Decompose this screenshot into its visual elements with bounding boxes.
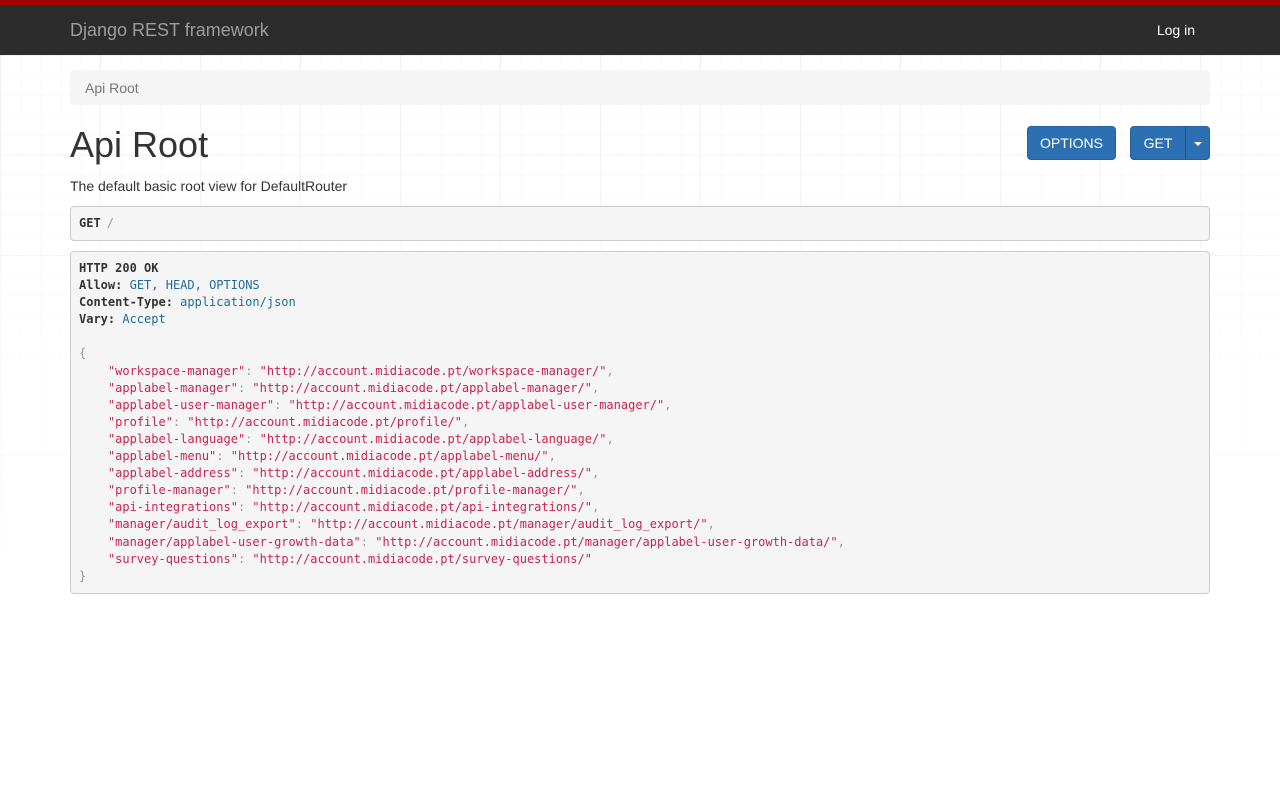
response-header-key: Content-Type: [79, 295, 173, 310]
json-value-link[interactable]: "http://account.midiacode.pt/manager/aud… [310, 517, 707, 531]
get-format-dropdown-button[interactable] [1185, 126, 1210, 160]
json-key: "applabel-manager" [107, 380, 238, 395]
json-entry: "survey-questions": "http://account.midi… [79, 552, 592, 566]
json-key: "applabel-address" [107, 466, 238, 481]
json-entry: "profile-manager": "http://account.midia… [79, 483, 585, 497]
caret-down-icon [1193, 142, 1202, 147]
response-header-value: Accept [122, 312, 166, 327]
json-value-link[interactable]: "http://account.midiacode.pt/applabel-ma… [252, 381, 592, 395]
get-button[interactable]: GET [1130, 126, 1186, 160]
json-entry: "applabel-manager": "http://account.midi… [79, 381, 599, 395]
json-value-link[interactable]: "http://account.midiacode.pt/profile-man… [245, 483, 577, 497]
json-key: "survey-questions" [107, 551, 238, 566]
response-header-key: Vary: [79, 312, 116, 327]
json-colon: : [245, 431, 253, 446]
json-key: "api-integrations" [107, 500, 238, 515]
page-description: The default basic root view for DefaultR… [70, 178, 348, 194]
json-colon: : [237, 380, 246, 395]
breadcrumb-item-api-root[interactable]: Api Root [85, 80, 139, 96]
json-comma: , [606, 431, 614, 446]
json-value-link[interactable]: "http://account.midiacode.pt/profile/" [187, 415, 462, 429]
response-status: HTTP 200 OK [79, 261, 159, 275]
json-colon: : [230, 483, 238, 498]
json-entry: "applabel-user-manager": "http://account… [79, 397, 672, 412]
response-header-value: GET, HEAD, OPTIONS [129, 278, 260, 293]
json-entry: "applabel-language": "http://account.mid… [79, 432, 614, 446]
json-key: "profile-manager" [107, 483, 231, 498]
json-value-link[interactable]: "http://account.midiacode.pt/applabel-la… [260, 432, 607, 446]
breadcrumb: Api Root [70, 70, 1210, 105]
json-colon: : [237, 551, 246, 566]
json-entry: "api-integrations": "http://account.midi… [79, 500, 599, 514]
json-comma: , [461, 414, 470, 429]
json-value-link[interactable]: "http://account.midiacode.pt/workspace-m… [260, 364, 607, 378]
json-close-brace: } [79, 568, 87, 583]
json-comma: , [707, 517, 715, 532]
json-comma: , [548, 449, 556, 464]
json-comma: , [664, 397, 672, 412]
json-value-link[interactable]: "http://account.midiacode.pt/manager/app… [375, 535, 837, 549]
json-value-link[interactable]: "http://account.midiacode.pt/survey-ques… [252, 552, 592, 566]
json-colon: : [295, 517, 303, 532]
json-comma: , [591, 466, 600, 481]
json-entry: "manager/applabel-user-growth-data": "ht… [79, 535, 845, 549]
json-open-brace: { [79, 346, 87, 361]
login-link[interactable]: Log in [1157, 22, 1195, 38]
brand-link[interactable]: Django REST framework [70, 20, 269, 41]
json-comma: , [577, 483, 585, 498]
navbar: Django REST framework Log in [0, 0, 1280, 55]
response-header-value: application/json [180, 295, 296, 310]
json-value-link[interactable]: "http://account.midiacode.pt/applabel-ad… [252, 466, 592, 480]
json-entry: "applabel-menu": "http://account.midiaco… [79, 449, 556, 463]
json-entry: "profile": "http://account.midiacode.pt/… [79, 415, 469, 429]
json-value-link[interactable]: "http://account.midiacode.pt/api-integra… [252, 500, 592, 514]
page-title: Api Root [70, 124, 209, 165]
json-entry: "workspace-manager": "http://account.mid… [79, 364, 614, 378]
request-path: / [106, 216, 114, 230]
json-colon: : [237, 500, 246, 515]
json-comma: , [591, 380, 600, 395]
json-colon: : [216, 449, 224, 464]
json-key: "applabel-language" [107, 431, 246, 446]
request-method: GET [79, 216, 101, 230]
json-key: "workspace-manager" [107, 363, 246, 378]
json-colon: : [274, 397, 282, 412]
json-value-link[interactable]: "http://account.midiacode.pt/applabel-us… [289, 398, 665, 412]
json-comma: , [837, 534, 845, 549]
json-colon: : [237, 466, 246, 481]
json-colon: : [360, 534, 369, 549]
json-colon: : [172, 414, 181, 429]
response-content: HTTP 200 OK Allow: GET, HEAD, OPTIONS Co… [70, 251, 1210, 594]
json-entry: "applabel-address": "http://account.midi… [79, 466, 599, 480]
json-comma: , [591, 500, 600, 515]
json-key: "profile" [107, 414, 173, 429]
json-comma: , [606, 363, 614, 378]
response-header-key: Allow: [79, 278, 123, 293]
json-key: "manager/audit_log_export" [107, 517, 296, 532]
json-colon: : [245, 363, 253, 378]
json-key: "applabel-menu" [107, 449, 217, 464]
json-value-link[interactable]: "http://account.midiacode.pt/applabel-me… [231, 449, 549, 463]
json-key: "applabel-user-manager" [107, 397, 275, 412]
request-info: GET / [70, 206, 1210, 241]
json-key: "manager/applabel-user-growth-data" [107, 534, 361, 549]
json-entry: "manager/audit_log_export": "http://acco… [79, 517, 715, 531]
options-button[interactable]: OPTIONS [1027, 126, 1116, 160]
